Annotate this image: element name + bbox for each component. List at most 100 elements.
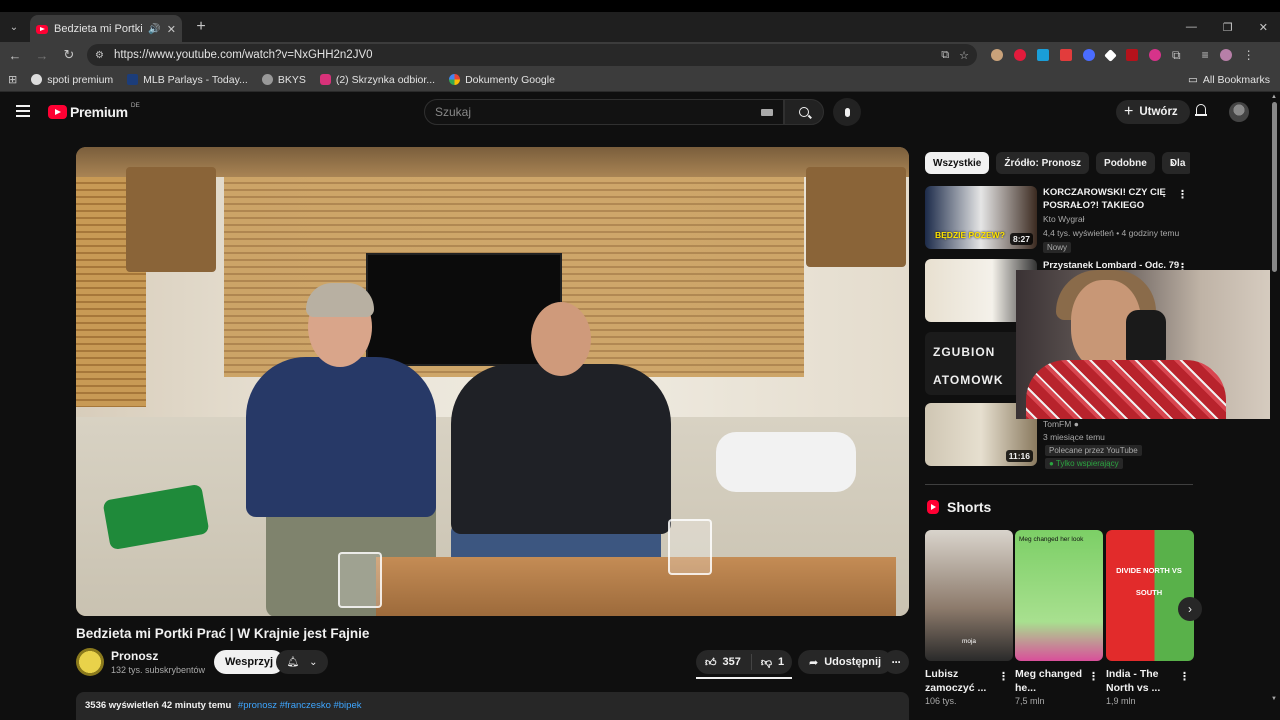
extension-4-icon[interactable] — [1060, 49, 1072, 61]
youtube-premium-logo[interactable]: Premium DE — [48, 102, 140, 120]
search-button[interactable] — [784, 99, 824, 125]
short-options-icon[interactable]: ⋮ — [998, 670, 1009, 683]
microphone-icon — [844, 107, 850, 117]
chip-for-you[interactable]: Dla — [1161, 152, 1190, 174]
extension-5-icon[interactable] — [1083, 49, 1095, 61]
webcam-overlay — [1016, 270, 1280, 419]
short-options-icon[interactable]: ⋮ — [1179, 670, 1190, 683]
thumbnail-text: ZGUBION ATOMOWK — [933, 345, 1004, 387]
minimize-icon[interactable]: — — [1186, 21, 1197, 34]
voice-search-button[interactable] — [833, 98, 861, 126]
browser-tab-active[interactable]: Bedzieta mi Portki Prać | W 🔊 ✕ — [30, 15, 182, 43]
glass-mug — [668, 519, 712, 575]
short-title[interactable]: Lubisz zamoczyć ... — [925, 667, 999, 695]
bookmark-item[interactable]: (2) Skrzynka odbior... — [319, 74, 435, 86]
address-bar[interactable]: ⚙ https://www.youtube.com/watch?v=NxGHH2… — [87, 44, 977, 66]
short-thumbnail[interactable]: DIVIDE NORTH VS SOUTH — [1106, 530, 1194, 661]
notifications-bell-icon[interactable] — [1195, 104, 1207, 117]
close-window-icon[interactable]: ✕ — [1259, 21, 1268, 34]
support-button[interactable]: Wesprzyj — [214, 650, 285, 674]
dislike-button[interactable]: 👎︎ 1 — [752, 656, 784, 669]
scroll-up-icon[interactable]: ▲ — [1271, 94, 1277, 100]
tab-search-icon[interactable]: ⌄ — [0, 14, 28, 40]
more-actions-icon[interactable]: ··· — [883, 650, 909, 674]
extension-1-icon[interactable] — [991, 49, 1003, 61]
channel-row: Pronosz 132 tys. subskrybentów Wesprzyj … — [76, 648, 909, 679]
like-dislike-group: 👍︎ 357 👎︎ 1 — [696, 650, 792, 674]
video-options-icon[interactable]: ⋮ — [1177, 188, 1188, 201]
video-duration: 8:27 — [1009, 233, 1033, 245]
scroll-down-icon[interactable]: ▼ — [1271, 696, 1277, 702]
reload-icon[interactable]: ↻ — [57, 47, 81, 63]
recommended-video-title[interactable]: KORCZAROWSKI! CZY CIĘ POSRAŁO?! TAKIEGO … — [1043, 186, 1183, 212]
media-control-icon[interactable]: ≡ — [1202, 48, 1209, 62]
install-app-icon[interactable]: ⧉ — [941, 49, 949, 62]
short-thumbnail[interactable]: Meg changed her look — [1015, 530, 1103, 661]
bookmark-star-icon[interactable]: ☆ — [959, 49, 969, 62]
url-text[interactable]: https://www.youtube.com/watch?v=NxGHH2n2… — [114, 49, 931, 61]
chrome-menu-icon[interactable]: ⋮ — [1243, 48, 1255, 62]
notification-button[interactable]: 🔔︎ ⌄ — [276, 650, 328, 674]
recommended-channel[interactable]: TomFM ● — [1043, 419, 1079, 429]
mlb-icon — [127, 74, 139, 85]
chip-all[interactable]: Wszystkie — [925, 152, 990, 174]
account-avatar[interactable] — [1229, 102, 1249, 122]
channel-avatar[interactable] — [76, 648, 104, 676]
recommended-channel[interactable]: Kto Wygrał — [1043, 214, 1085, 224]
bookmark-item[interactable]: Dokumenty Google — [449, 74, 555, 86]
video-thumbnail[interactable]: BĘDZIE POZEW? 8:27 — [925, 186, 1037, 249]
short-thumbnail[interactable]: moja — [925, 530, 1013, 661]
chip-from-channel[interactable]: Źródło: Pronosz — [996, 152, 1090, 174]
extension-2-icon[interactable] — [1014, 49, 1026, 61]
short-options-icon[interactable]: ⋮ — [1088, 670, 1099, 683]
extension-3-icon[interactable] — [1037, 49, 1049, 61]
all-bookmarks[interactable]: ▭ All Bookmarks — [1188, 74, 1280, 86]
short-title[interactable]: India - The North vs ... — [1106, 667, 1180, 695]
page-scrollbar[interactable]: ▲ ▼ — [1270, 92, 1280, 720]
short-item[interactable]: moja Lubisz zamoczyć ... 106 tys. ⋮ — [925, 530, 1013, 706]
description-box[interactable]: 3536 wyświetleń 42 minuty temu #pronosz … — [76, 692, 909, 720]
cabinet — [126, 167, 216, 272]
bookmark-item[interactable]: MLB Parlays - Today... — [127, 74, 248, 86]
description-tags[interactable]: #pronosz #franczesko #bipek — [238, 700, 362, 711]
extension-7-icon[interactable] — [1126, 49, 1138, 61]
restore-icon[interactable]: ❐ — [1223, 21, 1233, 34]
create-label: Utwórz — [1139, 106, 1178, 118]
extension-6-icon[interactable] — [1104, 48, 1117, 62]
bookmark-item[interactable]: BKYS — [261, 74, 306, 86]
chevron-down-icon: ⌄ — [309, 656, 318, 668]
back-icon[interactable]: ← — [3, 48, 27, 63]
hamburger-menu-icon[interactable] — [16, 105, 30, 120]
audio-playing-icon[interactable]: 🔊 — [148, 24, 160, 35]
tab-title: Bedzieta mi Portki Prać | W — [54, 23, 143, 35]
short-item[interactable]: DIVIDE NORTH VS SOUTH India - The North … — [1106, 530, 1194, 706]
search-icon — [799, 107, 809, 117]
like-button[interactable]: 👍︎ 357 — [696, 654, 752, 670]
extension-8-icon[interactable] — [1149, 49, 1161, 61]
forward-icon[interactable]: → — [30, 48, 54, 63]
search-input[interactable]: Szukaj — [424, 99, 784, 125]
video-player[interactable] — [76, 147, 909, 616]
new-tab-button[interactable]: + — [188, 18, 214, 36]
keyboard-icon[interactable] — [761, 108, 773, 116]
bookmark-item[interactable]: spoti premium — [31, 74, 113, 86]
short-item[interactable]: Meg changed her look Meg changed he... 7… — [1015, 530, 1103, 706]
video-duration: 11:16 — [1005, 450, 1033, 462]
chevron-right-icon[interactable]: › — [1170, 154, 1175, 170]
glass-mug — [338, 552, 382, 608]
thumbs-up-icon: 👍︎ — [705, 656, 717, 669]
site-info-icon[interactable]: ⚙ — [95, 50, 104, 61]
create-button[interactable]: + Utwórz — [1116, 100, 1190, 124]
profile-avatar-icon[interactable] — [1219, 49, 1232, 61]
chip-related[interactable]: Podobne — [1096, 152, 1155, 174]
short-title[interactable]: Meg changed he... — [1015, 667, 1089, 695]
instagram-icon — [319, 74, 331, 85]
scrollbar-thumb[interactable] — [1272, 102, 1277, 272]
shorts-next-arrow-icon[interactable]: › — [1178, 597, 1202, 621]
share-button[interactable]: ➦ Udostępnij — [798, 650, 893, 674]
apps-grid-icon[interactable]: ⊞ — [8, 73, 17, 86]
tab-close-icon[interactable]: ✕ — [167, 23, 176, 36]
recommended-video[interactable]: BĘDZIE POZEW? 8:27 KORCZAROWSKI! CZY CIĘ… — [925, 186, 1190, 253]
extensions-puzzle-icon[interactable]: ⧉ — [1172, 48, 1181, 63]
channel-name[interactable]: Pronosz — [111, 649, 158, 663]
